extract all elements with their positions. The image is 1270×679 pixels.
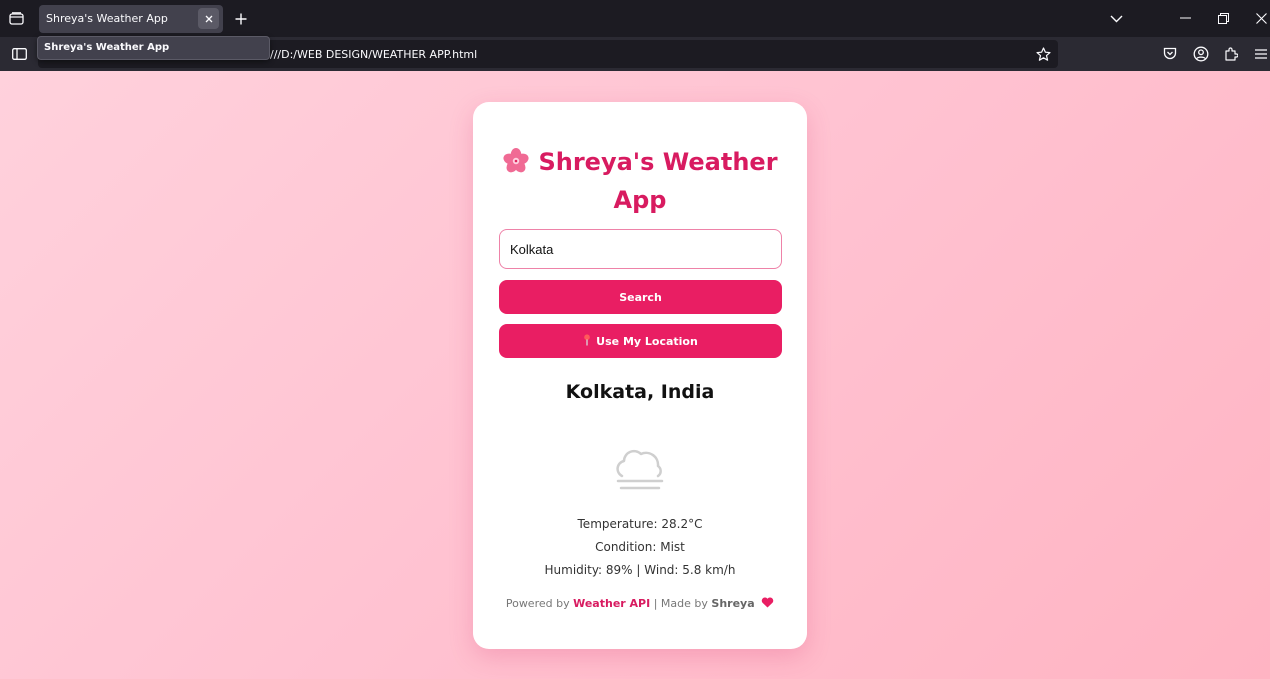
search-button-label: Search (619, 290, 662, 304)
account-icon[interactable] (1192, 45, 1209, 62)
author-name: Shreya (711, 597, 755, 610)
weather-card: Shreya's Weather App Search Use My Locat… (473, 102, 807, 649)
title-line-2: App (613, 186, 667, 214)
location-name: Kolkata, India (565, 381, 715, 403)
city-search-input[interactable] (499, 229, 782, 269)
url-text[interactable]: ///D:/WEB DESIGN/WEATHER APP.html (270, 48, 477, 61)
pushpin-icon (583, 333, 591, 349)
minimize-icon[interactable] (1177, 10, 1193, 26)
heart-icon (758, 597, 774, 610)
made-by-text: | Made by (653, 597, 708, 610)
sidebar-icon[interactable] (11, 46, 28, 62)
humidity-wind-text: Humidity: 89% | Wind: 5.8 km/h (544, 563, 736, 577)
page-viewport: Shreya's Weather App Search Use My Locat… (0, 71, 1270, 679)
restore-icon[interactable] (1215, 10, 1231, 26)
close-tab-icon[interactable] (198, 8, 219, 29)
temperature-text: Temperature: 28.2°C (577, 517, 703, 531)
weather-api-link[interactable]: Weather API (573, 597, 650, 610)
close-window-icon[interactable] (1253, 10, 1269, 26)
title-line-1: Shreya's Weather (493, 145, 787, 183)
powered-by-text: Powered by (505, 597, 570, 610)
use-location-label: Use My Location (596, 334, 698, 348)
tab-list-icon[interactable] (8, 10, 25, 27)
tooltip-text: Shreya's Weather App (44, 42, 170, 53)
title-text-1: Shreya's Weather (538, 148, 778, 176)
app-title: Shreya's Weather App (493, 145, 787, 217)
cherry-blossom-icon (502, 148, 530, 183)
pocket-icon[interactable] (1161, 45, 1178, 62)
tab-title: Shreya's Weather App (46, 12, 168, 25)
footer: Powered by Weather API | Made by Shreya (473, 597, 807, 610)
tab-bar: Shreya's Weather App (0, 0, 1270, 37)
extensions-icon[interactable] (1222, 45, 1239, 62)
bookmark-star-icon[interactable] (1035, 46, 1051, 62)
fog-cloud-icon (613, 446, 667, 496)
use-location-button[interactable]: Use My Location (499, 324, 782, 358)
chevron-down-icon[interactable] (1108, 12, 1124, 26)
tab-tooltip: Shreya's Weather App (37, 36, 270, 60)
new-tab-icon[interactable] (232, 10, 250, 28)
condition-text: Condition: Mist (595, 540, 685, 554)
search-button[interactable]: Search (499, 280, 782, 314)
menu-icon[interactable] (1252, 45, 1269, 62)
tab-active[interactable]: Shreya's Weather App (39, 5, 223, 33)
